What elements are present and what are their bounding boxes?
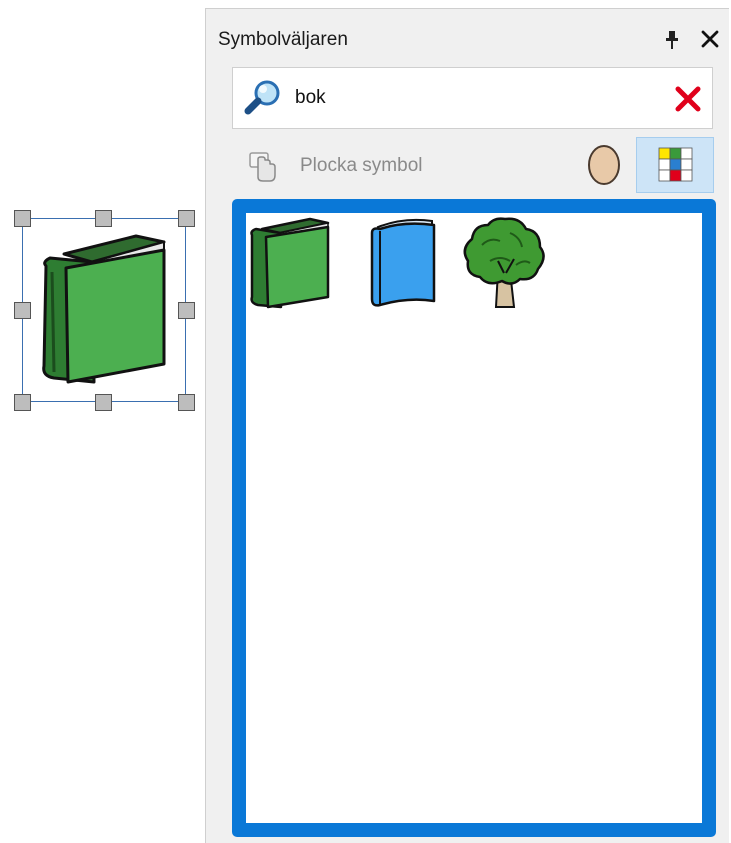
search-input[interactable] [295, 82, 635, 114]
search-box[interactable] [232, 67, 713, 129]
symbol-toolbar: Plocka symbol [232, 137, 716, 193]
clear-x-icon[interactable] [673, 84, 703, 114]
color-grid-icon[interactable] [636, 137, 714, 193]
pick-symbol-label: Plocka symbol [300, 155, 423, 176]
panel-header: Symbolväljaren [206, 9, 729, 63]
resize-handle-bottom-right[interactable] [178, 394, 195, 411]
skin-tone-icon[interactable] [584, 143, 624, 187]
result-item-book-blue[interactable] [358, 215, 448, 311]
close-icon[interactable] [698, 27, 722, 51]
resize-handle-top-left[interactable] [14, 210, 31, 227]
resize-handle-left[interactable] [14, 302, 31, 319]
pin-icon[interactable] [664, 29, 682, 51]
book-green-icon [248, 217, 338, 315]
result-item-book-green[interactable] [248, 215, 338, 311]
symbol-results-list [232, 199, 716, 837]
book-blue-icon [358, 218, 448, 315]
resize-handle-bottom-left[interactable] [14, 394, 31, 411]
book-green-icon[interactable] [36, 232, 172, 388]
pick-symbol-button[interactable]: Plocka symbol [246, 145, 456, 185]
result-item-tree[interactable] [460, 215, 550, 311]
tree-icon [460, 217, 550, 315]
symbol-picker-panel: Symbolväljaren bok Plocka symbol [205, 8, 729, 843]
resize-handle-top-right[interactable] [178, 210, 195, 227]
resize-handle-right[interactable] [178, 302, 195, 319]
hand-pointer-icon [246, 149, 280, 183]
resize-handle-bottom[interactable] [95, 394, 112, 411]
panel-title: Symbolväljaren [218, 29, 348, 50]
resize-handle-top[interactable] [95, 210, 112, 227]
magnifier-icon [243, 78, 283, 118]
